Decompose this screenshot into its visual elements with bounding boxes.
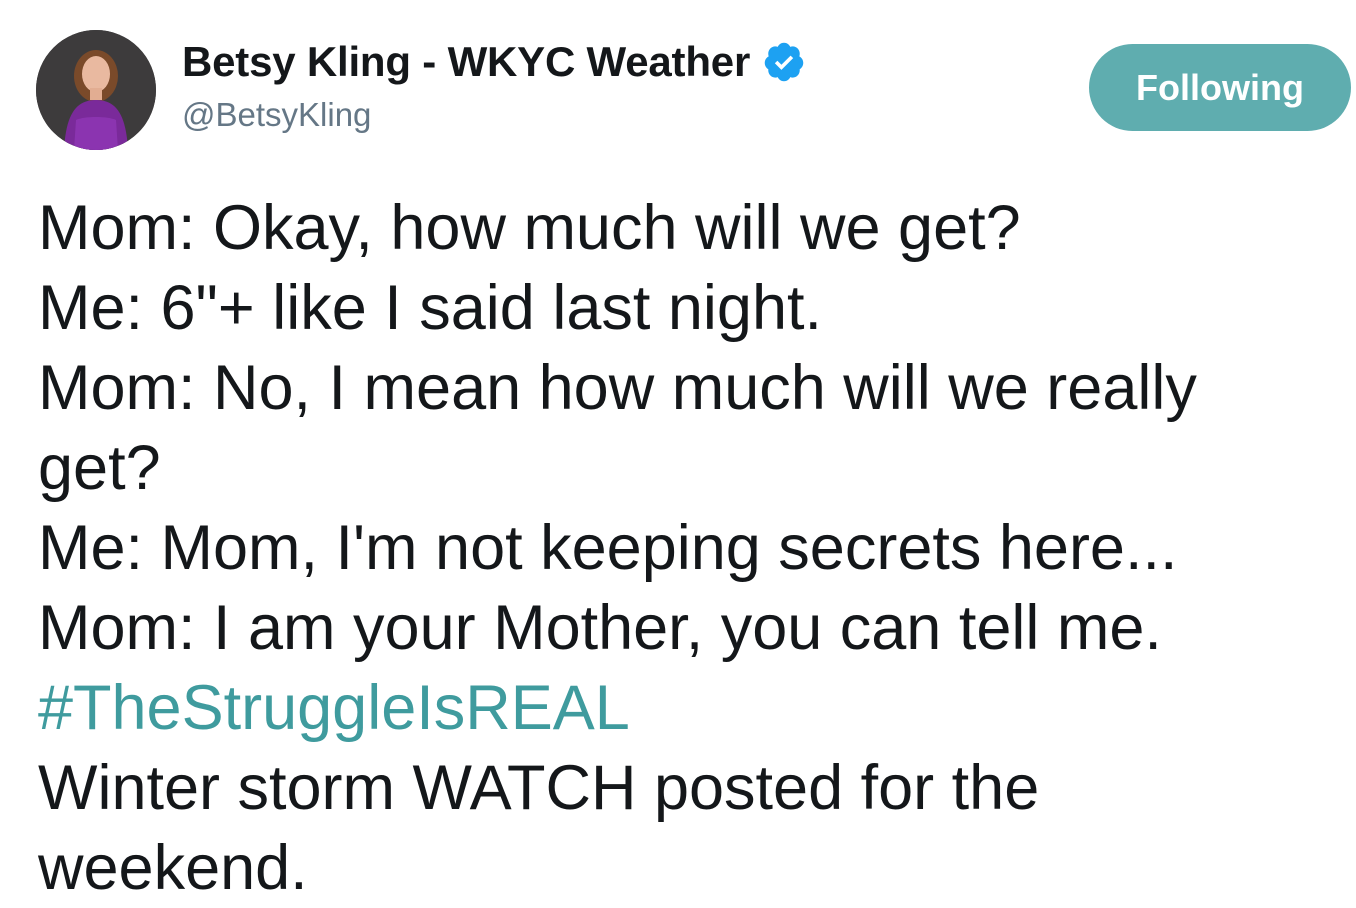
tweet-line: Mom: I am your Mother, you can tell me. xyxy=(38,593,1162,663)
verified-badge-icon xyxy=(762,40,806,84)
avatar[interactable] xyxy=(36,30,156,150)
tweet-line: Mom: Okay, how much will we get? xyxy=(38,193,1021,263)
tweet-line: Mom: No, I mean how much will we really xyxy=(38,353,1197,423)
following-button[interactable]: Following xyxy=(1089,44,1351,131)
tweet-line: get? xyxy=(38,433,161,503)
hashtag-link[interactable]: #TheStruggleIsREAL xyxy=(38,673,630,743)
tweet-line: Winter storm WATCH posted for the xyxy=(38,753,1040,823)
tweet-line-hashtag: #TheStruggleIsREAL xyxy=(38,668,1348,748)
tweet-text: Mom: Okay, how much will we get? Me: 6"+… xyxy=(38,188,1348,908)
tweet-line: Me: 6"+ like I said last night. xyxy=(38,273,822,343)
display-name[interactable]: Betsy Kling - WKYC Weather xyxy=(182,38,750,86)
user-handle[interactable]: @BetsyKling xyxy=(182,96,371,134)
tweet-line: weekend. xyxy=(38,833,308,903)
display-name-row: Betsy Kling - WKYC Weather xyxy=(182,36,806,88)
avatar-photo xyxy=(36,30,156,150)
tweet-line: Me: Mom, I'm not keeping secrets here... xyxy=(38,513,1178,583)
